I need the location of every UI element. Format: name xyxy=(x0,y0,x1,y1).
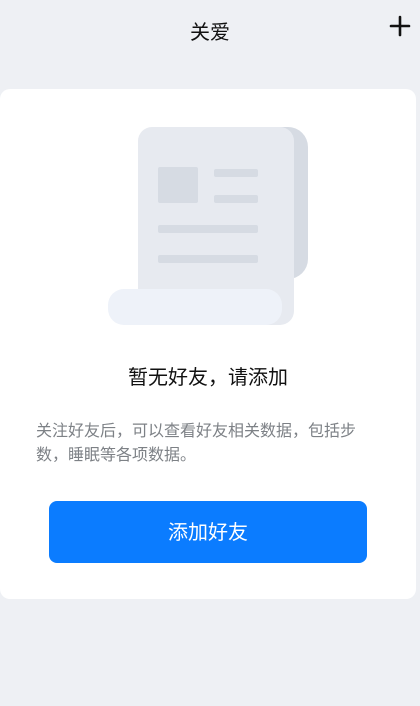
empty-state-title: 暂无好友，请添加 xyxy=(128,365,288,389)
plus-icon[interactable] xyxy=(386,12,414,40)
add-friend-button[interactable]: 添加好友 xyxy=(49,501,367,563)
top-bar: 关爱 xyxy=(0,0,420,60)
page-title: 关爱 xyxy=(190,20,230,44)
document-scroll-illustration xyxy=(106,123,312,329)
empty-state-description: 关注好友后，可以查看好友相关数据，包括步数，睡眠等各项数据。 xyxy=(36,421,357,464)
empty-state-card: 暂无好友，请添加 关注好友后，可以查看好友相关数据，包括步数，睡眠等各项数据。 … xyxy=(0,89,416,599)
